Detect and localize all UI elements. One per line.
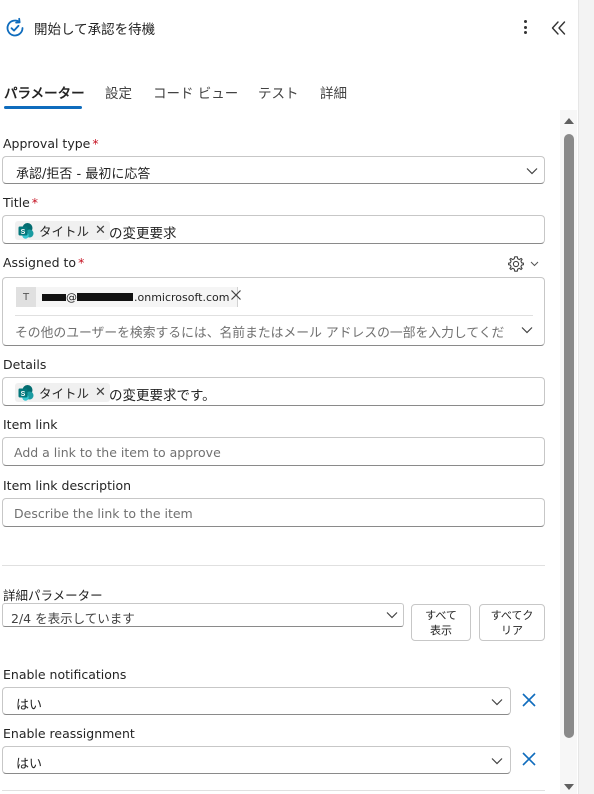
redacted-email-user xyxy=(42,293,66,301)
details-label: Details xyxy=(3,357,47,372)
svg-text:S: S xyxy=(21,229,26,236)
token-remove-icon[interactable]: ✕ xyxy=(95,385,106,400)
item-link-description-input[interactable]: Describe the link to the item xyxy=(2,498,545,527)
email-at: @ xyxy=(66,290,77,304)
approval-refresh-icon xyxy=(6,17,24,37)
section-divider xyxy=(2,790,545,791)
dynamic-content-token[interactable]: S タイトル ✕ xyxy=(15,221,110,240)
item-link-description-placeholder: Describe the link to the item xyxy=(14,506,193,521)
approval-type-dropdown[interactable]: 承認/拒否 - 最初に応答 xyxy=(2,156,545,184)
avatar: T xyxy=(16,287,36,307)
tab-details[interactable]: 詳細 xyxy=(320,82,347,102)
assigned-to-field[interactable]: T @ .onmicrosoft.com その他のユーザーを検索するには、名前ま… xyxy=(2,277,545,346)
tab-code-view[interactable]: コード ビュー xyxy=(153,82,238,102)
sharepoint-icon: S xyxy=(18,222,34,239)
people-search-placeholder[interactable]: その他のユーザーを検索するには、名前またはメール アドレスの一部を入力してくだ xyxy=(15,322,515,341)
remove-person-icon[interactable] xyxy=(229,288,243,302)
approval-type-value: 承認/拒否 - 最初に応答 xyxy=(16,167,151,182)
chevron-down-icon xyxy=(386,612,398,619)
enable-notifications-label: Enable notifications xyxy=(3,667,127,682)
token-remove-icon[interactable]: ✕ xyxy=(95,223,106,238)
chevron-down-icon xyxy=(491,758,503,765)
chevron-down-icon xyxy=(526,168,538,175)
tab-bar: パラメーター 設定 コード ビュー テスト 詳細 xyxy=(0,78,560,110)
person-chip: T @ .onmicrosoft.com xyxy=(16,287,239,307)
title-label: Title * xyxy=(3,195,39,210)
panel-header: 開始して承認を待機 xyxy=(0,0,566,56)
advanced-parameters-dropdown[interactable]: 2/4 を表示しています xyxy=(2,603,404,627)
enable-reassignment-value: はい xyxy=(16,757,43,772)
token-label: タイトル xyxy=(39,224,90,239)
item-link-placeholder: Add a link to the item to approve xyxy=(14,445,221,460)
advanced-parameters-label: 詳細パラメーター xyxy=(3,588,103,603)
window-edge xyxy=(578,0,594,794)
show-all-button[interactable]: すべて 表示 xyxy=(411,604,471,641)
details-text: の変更要求です。 xyxy=(109,388,216,404)
enable-reassignment-dropdown[interactable]: はい xyxy=(2,746,511,774)
enable-notifications-value: はい xyxy=(16,698,43,713)
action-panel: 開始して承認を待機 パラメーター 設定 コード ビュー テスト 詳細 Appro… xyxy=(0,0,566,794)
scroll-up-arrow-icon[interactable] xyxy=(563,117,575,125)
chevron-down-icon xyxy=(491,699,503,706)
dynamic-content-token[interactable]: S タイトル ✕ xyxy=(15,383,110,402)
settings-gear-icon[interactable] xyxy=(507,255,525,273)
active-tab-indicator xyxy=(4,106,82,109)
section-divider xyxy=(2,565,545,566)
title-text: の変更要求 xyxy=(109,226,177,242)
item-link-input[interactable]: Add a link to the item to approve xyxy=(2,437,545,466)
advanced-parameters-value: 2/4 を表示しています xyxy=(11,611,135,626)
remove-parameter-icon[interactable] xyxy=(521,751,537,767)
token-label: タイトル xyxy=(39,386,90,401)
redacted-email-tenant xyxy=(77,293,133,301)
clear-all-button[interactable]: すべてク リア xyxy=(479,604,545,641)
email-domain: .onmicrosoft.com xyxy=(134,290,230,304)
more-options-icon[interactable] xyxy=(517,16,533,38)
title-field[interactable]: S タイトル ✕ の変更要求 xyxy=(2,215,545,244)
sharepoint-icon: S xyxy=(18,384,34,401)
enable-notifications-dropdown[interactable]: はい xyxy=(2,687,511,715)
remove-parameter-icon[interactable] xyxy=(521,692,537,708)
scroll-down-arrow-icon[interactable] xyxy=(563,783,575,791)
tab-test[interactable]: テスト xyxy=(258,82,299,102)
collapse-panel-icon[interactable] xyxy=(549,18,569,38)
tab-parameters[interactable]: パラメーター xyxy=(4,82,85,102)
gear-chevron-down-icon[interactable] xyxy=(530,261,539,267)
item-link-description-label: Item link description xyxy=(3,478,132,493)
enable-reassignment-label: Enable reassignment xyxy=(3,726,135,741)
details-field[interactable]: S タイトル ✕ の変更要求です。 xyxy=(2,377,545,406)
chevron-down-icon[interactable] xyxy=(521,326,533,334)
approval-type-label: Approval type * xyxy=(3,136,99,151)
svg-text:S: S xyxy=(21,391,26,398)
assigned-to-label: Assigned to * xyxy=(3,255,85,270)
tab-settings[interactable]: 設定 xyxy=(105,82,132,102)
panel-title: 開始して承認を待機 xyxy=(34,22,156,38)
assigned-separator xyxy=(15,315,533,316)
item-link-label: Item link xyxy=(3,417,58,432)
scrollbar-thumb[interactable] xyxy=(564,134,574,738)
